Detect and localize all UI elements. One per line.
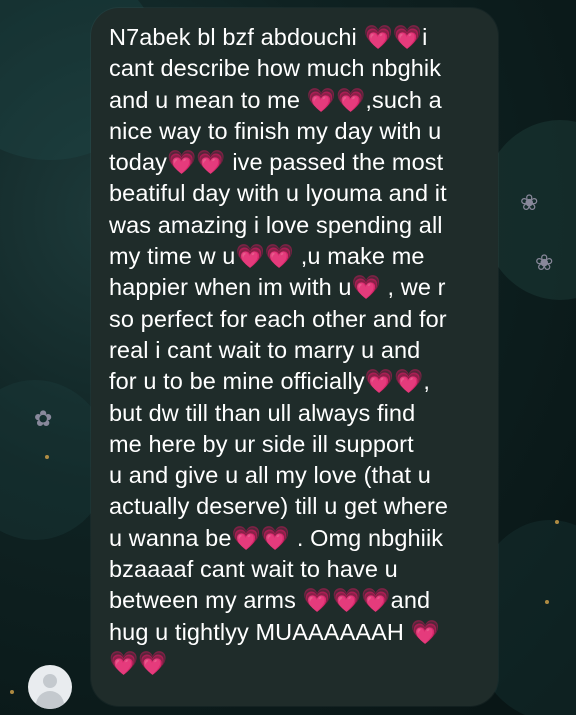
wallpaper-firefly [555, 520, 559, 524]
wallpaper-firefly [10, 690, 14, 694]
wallpaper-flower-icon: ❀ [520, 190, 539, 215]
default-user-avatar-icon[interactable] [28, 665, 72, 709]
wallpaper-firefly [45, 455, 49, 459]
wallpaper-flower-icon: ✿ [34, 406, 53, 431]
wallpaper-flower-icon: ❀ [535, 250, 554, 275]
message-text: N7abek bl bzf abdouchi 💗💗i cant describe… [109, 24, 449, 676]
wallpaper-firefly [545, 600, 549, 604]
